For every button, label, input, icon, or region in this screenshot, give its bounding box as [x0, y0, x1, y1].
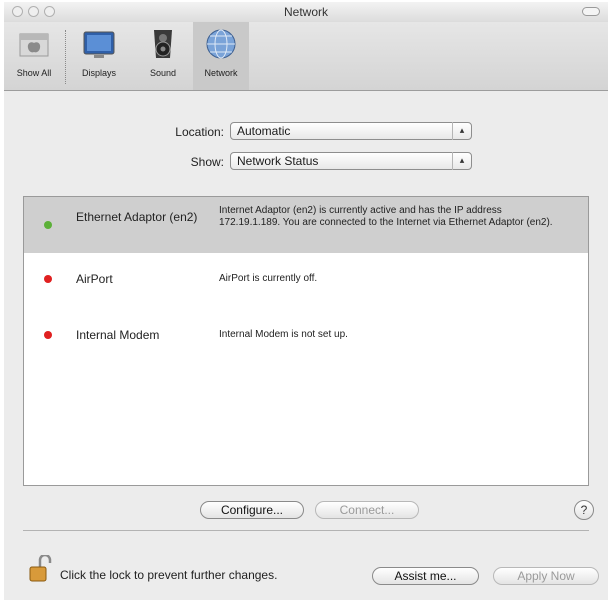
- list-item[interactable]: AirPort AirPort is currently off.: [24, 259, 588, 299]
- list-item[interactable]: Internal Modem Internal Modem is not set…: [24, 315, 588, 355]
- network-status-list[interactable]: Ethernet Adaptor (en2) Internet Adaptor …: [23, 196, 589, 486]
- assist-me-button[interactable]: Assist me...: [372, 567, 479, 585]
- status-indicator-red: [44, 331, 52, 339]
- show-value: Network Status: [237, 154, 319, 168]
- lock-icon[interactable]: [28, 553, 54, 583]
- show-popup[interactable]: Network Status ▴: [230, 152, 472, 170]
- location-label: Location:: [175, 125, 224, 139]
- port-name: AirPort: [76, 272, 113, 286]
- status-indicator-red: [44, 275, 52, 283]
- lock-message: Click the lock to prevent further change…: [60, 568, 278, 582]
- divider: [23, 530, 589, 531]
- toolbar-item-displays[interactable]: Displays: [70, 26, 128, 78]
- display-icon: [82, 26, 116, 62]
- toolbar: Show All Displays Sound Network: [4, 22, 608, 91]
- port-status: Internal Modem is not set up.: [219, 329, 348, 340]
- toolbar-separator: [65, 30, 66, 84]
- toolbar-label-sound: Sound: [149, 68, 177, 78]
- port-name: Ethernet Adaptor (en2): [76, 210, 198, 224]
- help-button[interactable]: ?: [574, 500, 594, 520]
- location-popup[interactable]: Automatic ▴: [230, 122, 472, 140]
- window: Network Show All Displays Sound Network …: [4, 2, 608, 600]
- location-value: Automatic: [237, 124, 291, 138]
- globe-icon: [204, 26, 238, 62]
- toolbar-label-displays: Displays: [81, 68, 116, 78]
- popup-arrows-icon: ▴: [452, 122, 471, 140]
- port-status: AirPort is currently off.: [219, 273, 318, 284]
- window-title: Network: [283, 5, 328, 19]
- toolbar-label-show-all: Show All: [16, 68, 52, 78]
- popup-arrows-icon: ▴: [452, 152, 471, 170]
- toolbar-item-show-all[interactable]: Show All: [10, 26, 58, 78]
- toolbar-label-network: Network: [204, 68, 238, 78]
- status-indicator-green: [44, 221, 52, 229]
- apply-now-button[interactable]: Apply Now: [493, 567, 599, 585]
- show-label: Show:: [190, 155, 224, 169]
- apple-icon: [17, 26, 51, 62]
- connect-button[interactable]: Connect...: [315, 501, 419, 519]
- toolbar-toggle-button[interactable]: [582, 7, 600, 16]
- port-status: Internet Adaptor (en2) is currently acti…: [219, 205, 553, 228]
- list-item[interactable]: Ethernet Adaptor (en2) Internet Adaptor …: [24, 197, 588, 253]
- toolbar-item-sound[interactable]: Sound: [138, 26, 188, 78]
- port-name: Internal Modem: [76, 328, 160, 342]
- toolbar-item-network[interactable]: Network: [197, 26, 245, 78]
- speaker-icon: [146, 26, 180, 62]
- configure-button[interactable]: Configure...: [200, 501, 304, 519]
- title-bar: Network: [4, 2, 608, 22]
